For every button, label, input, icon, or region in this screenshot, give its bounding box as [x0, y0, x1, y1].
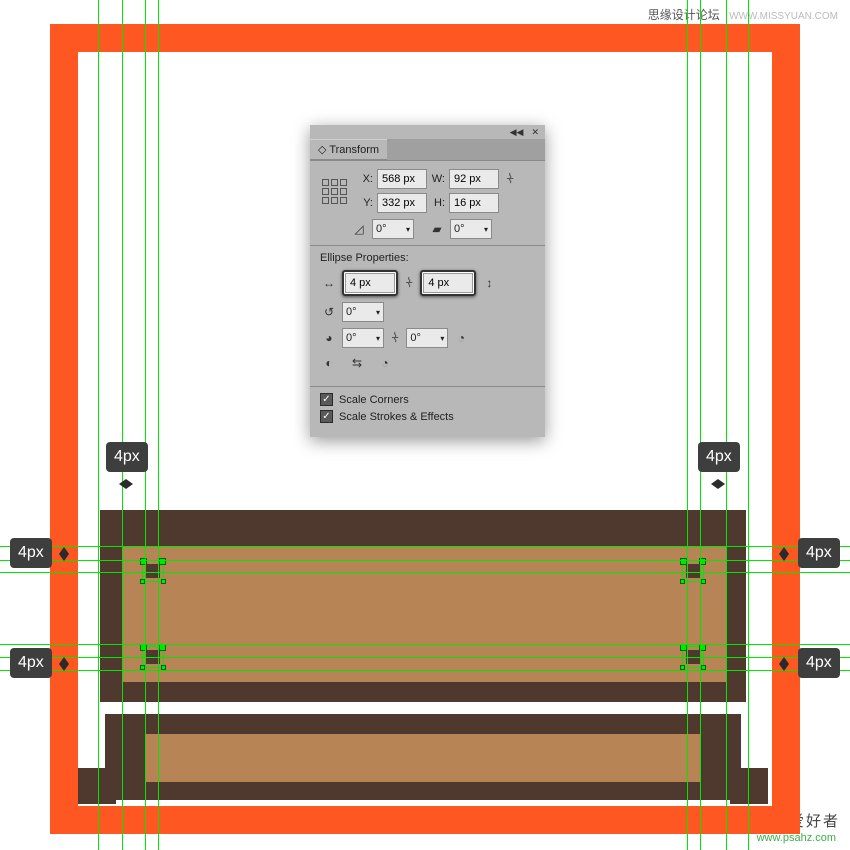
shape-pie-icon[interactable]: ◔ — [376, 354, 394, 372]
width-arrows-icon: ↔ — [320, 274, 338, 292]
panel-controls: ◀◀ ✕ — [310, 125, 545, 139]
panel-body: X: W: ⌇ Y: H: ◿ 0°▾ ▰ 0°▾ — [310, 161, 545, 386]
rx-input[interactable] — [345, 273, 395, 293]
guide-vertical — [158, 0, 159, 850]
guide-horizontal — [0, 670, 850, 671]
w-label: W: — [431, 173, 445, 185]
pie-end-icon: ◔ — [452, 329, 470, 347]
callout-top-right: 4px — [698, 442, 740, 472]
height-arrows-icon: ↕ — [480, 274, 498, 292]
pie-reset-icon[interactable]: ↺ — [320, 303, 338, 321]
rx-highlight — [342, 270, 398, 296]
callout-top-left: 4px — [106, 442, 148, 472]
arrow-vertical-icon — [56, 652, 72, 676]
transform-panel: ◀◀ ✕ ◇ Transform X: W: ⌇ Y: — [310, 125, 545, 437]
watermark-top: 思缘设计论坛 WWW.MISSYUAN.COM — [648, 6, 838, 23]
arrow-vertical-icon — [56, 542, 72, 566]
guide-horizontal — [0, 572, 850, 573]
shear-select[interactable]: 0°▾ — [450, 219, 492, 239]
ry-input[interactable] — [423, 273, 473, 293]
y-label: Y: — [359, 197, 373, 209]
ellipse-properties-label: Ellipse Properties: — [320, 252, 535, 264]
guide-vertical — [145, 0, 146, 850]
scale-corners-label: Scale Corners — [339, 394, 409, 406]
collapse-icon[interactable]: ◀◀ — [510, 127, 524, 138]
tab-transform[interactable]: ◇ Transform — [310, 139, 387, 160]
divider — [310, 245, 545, 246]
callout-mid-right: 4px — [798, 538, 840, 568]
arrow-horizontal-icon — [706, 476, 730, 492]
callout-bot-left: 4px — [10, 648, 52, 678]
board-bot-right — [730, 768, 768, 804]
panel-tabs: ◇ Transform — [310, 139, 545, 161]
guide-vertical — [122, 0, 123, 850]
shear-icon: ▰ — [428, 220, 446, 238]
watermark-top-cn: 思缘设计论坛 — [648, 8, 720, 22]
reference-point-grid[interactable] — [322, 179, 347, 204]
panel-footer: ✓ Scale Corners ✓ Scale Strokes & Effect… — [310, 387, 545, 437]
pie-reset-select[interactable]: 0°▾ — [342, 302, 384, 322]
h-input[interactable] — [449, 193, 499, 213]
link-pie-icon[interactable]: ⌇ — [392, 330, 398, 346]
diamond-icon: ◇ — [318, 144, 326, 156]
check-icon: ✓ — [320, 410, 333, 423]
guide-horizontal — [0, 560, 850, 561]
ry-highlight — [420, 270, 476, 296]
guide-horizontal — [0, 644, 850, 645]
scale-strokes-checkbox[interactable]: ✓ Scale Strokes & Effects — [320, 410, 535, 423]
guide-horizontal — [0, 546, 850, 547]
guide-vertical — [748, 0, 749, 850]
rotate-icon: ◿ — [350, 220, 368, 238]
swap-icon[interactable]: ⇆ — [348, 354, 366, 372]
guide-vertical — [687, 0, 688, 850]
plank-mid — [145, 734, 701, 782]
link-wh-icon[interactable]: ⌇ — [507, 171, 513, 187]
callout-mid-left: 4px — [10, 538, 52, 568]
link-rxy-icon[interactable]: ⌇ — [406, 275, 412, 291]
guide-vertical — [726, 0, 727, 850]
shape-circle-icon[interactable]: ◐ — [320, 354, 338, 372]
x-label: X: — [359, 173, 373, 185]
h-label: H: — [431, 197, 445, 209]
pie-start-select[interactable]: 0°▾ — [342, 328, 384, 348]
rotate-select[interactable]: 0°▾ — [372, 219, 414, 239]
pie-end-select[interactable]: 0°▾ — [406, 328, 448, 348]
watermark-top-domain: WWW.MISSYUAN.COM — [729, 11, 838, 22]
guide-horizontal — [0, 657, 850, 658]
board-bot-left — [78, 768, 116, 804]
tab-label: Transform — [329, 144, 379, 156]
guide-vertical — [700, 0, 701, 850]
pie-start-icon: ◕ — [320, 329, 338, 347]
w-input[interactable] — [449, 169, 499, 189]
scale-corners-checkbox[interactable]: ✓ Scale Corners — [320, 393, 535, 406]
board-top — [100, 510, 746, 540]
scale-strokes-label: Scale Strokes & Effects — [339, 411, 454, 423]
arrow-vertical-icon — [776, 652, 792, 676]
plank-main — [122, 546, 726, 682]
arrow-horizontal-icon — [114, 476, 138, 492]
check-icon: ✓ — [320, 393, 333, 406]
guide-vertical — [98, 0, 99, 850]
arrow-vertical-icon — [776, 542, 792, 566]
x-input[interactable] — [377, 169, 427, 189]
y-input[interactable] — [377, 193, 427, 213]
callout-bot-right: 4px — [798, 648, 840, 678]
close-icon[interactable]: ✕ — [531, 127, 539, 138]
